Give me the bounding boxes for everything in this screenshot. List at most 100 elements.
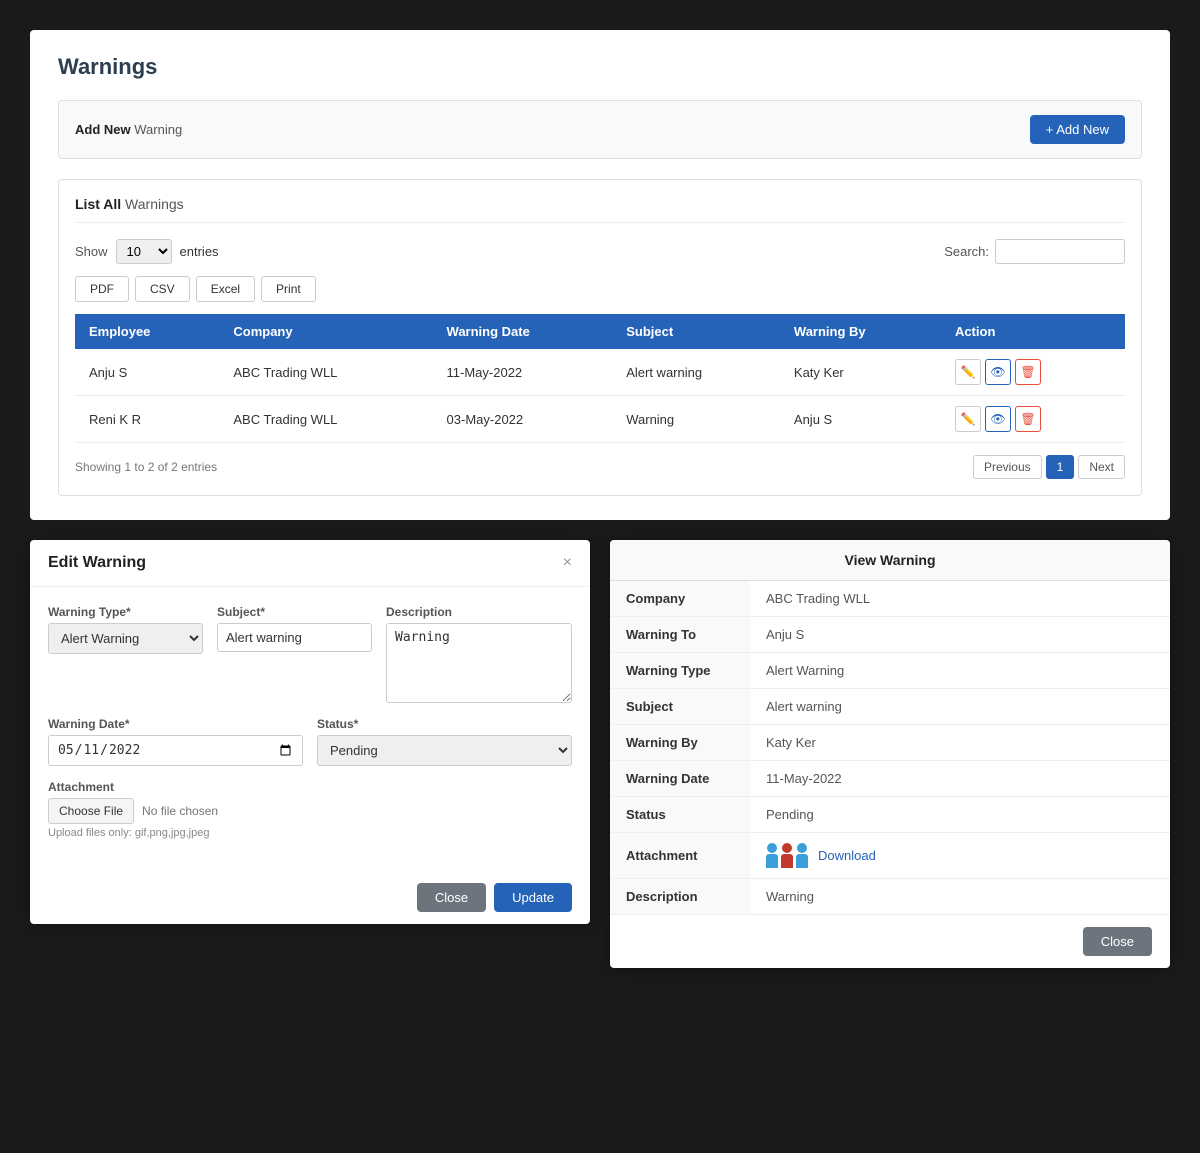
list-title: List All Warnings (75, 196, 1125, 223)
description-group: Description Warning (386, 605, 572, 703)
print-button[interactable]: Print (261, 276, 316, 302)
add-new-bar: Add New Warning + Add New (58, 100, 1142, 159)
next-page-button[interactable]: Next (1078, 455, 1125, 479)
warning-type-select[interactable]: Alert Warning Warning (48, 623, 203, 654)
subject-input[interactable] (217, 623, 372, 652)
warning-date-group: Warning Date* (48, 717, 303, 766)
view-table-row: Attachment (610, 833, 1170, 879)
view-value: Alert Warning (750, 653, 1170, 689)
view-footer: Close (610, 915, 1170, 968)
subject-group: Subject* (217, 605, 372, 703)
person-2 (781, 843, 793, 868)
view-value: Alert warning (750, 689, 1170, 725)
view-label: Warning To (610, 617, 750, 653)
col-action: Action (941, 314, 1125, 349)
modal-close-button[interactable]: × (563, 554, 572, 572)
upload-hint: Upload files only: gif,png,jpg,jpeg (48, 827, 572, 839)
show-entries: Show 10 25 50 100 entries (75, 239, 219, 264)
table-footer: Showing 1 to 2 of 2 entries Previous 1 N… (75, 455, 1125, 479)
modal-close-btn[interactable]: Close (417, 883, 486, 912)
export-buttons: PDF CSV Excel Print (75, 276, 1125, 302)
cell-warning-by: Katy Ker (780, 349, 941, 396)
warning-date-label: Warning Date* (48, 717, 303, 731)
delete-action-button[interactable]: 🗑 (1015, 406, 1041, 432)
view-table-row: Warning To Anju S (610, 617, 1170, 653)
add-new-button[interactable]: + Add New (1030, 115, 1125, 144)
page-title: Warnings (58, 54, 1142, 80)
download-link[interactable]: Download (818, 848, 876, 863)
view-value: Warning (750, 879, 1170, 915)
showing-entries: Showing 1 to 2 of 2 entries (75, 460, 217, 474)
view-label: Attachment (610, 833, 750, 879)
entries-select[interactable]: 10 25 50 100 (116, 239, 172, 264)
page-1-button[interactable]: 1 (1046, 455, 1075, 479)
view-label: Status (610, 797, 750, 833)
view-value-attachment: Download (750, 833, 1170, 879)
table-row: Reni K R ABC Trading WLL 03-May-2022 War… (75, 396, 1125, 443)
status-group: Status* Pending Active Resolved (317, 717, 572, 766)
col-employee: Employee (75, 314, 219, 349)
view-table-row: Warning Date 11-May-2022 (610, 761, 1170, 797)
form-row-2: Warning Date* Status* Pending Active Res… (48, 717, 572, 766)
col-company: Company (219, 314, 432, 349)
edit-action-button[interactable]: ✏️ (955, 359, 981, 385)
status-select[interactable]: Pending Active Resolved (317, 735, 572, 766)
view-value: 11-May-2022 (750, 761, 1170, 797)
view-value: Anju S (750, 617, 1170, 653)
form-row-1: Warning Type* Alert Warning Warning Subj… (48, 605, 572, 703)
warning-date-input[interactable] (48, 735, 303, 766)
view-label: Warning By (610, 725, 750, 761)
excel-button[interactable]: Excel (196, 276, 255, 302)
col-warning-date: Warning Date (433, 314, 613, 349)
bottom-row: Edit Warning × Warning Type* Alert Warni… (30, 540, 1170, 968)
file-name-label: No file chosen (142, 804, 218, 818)
modal-footer: Close Update (30, 871, 590, 924)
people-icon (766, 843, 808, 868)
csv-button[interactable]: CSV (135, 276, 190, 302)
cell-employee: Reni K R (75, 396, 219, 443)
view-value: Katy Ker (750, 725, 1170, 761)
view-table-row: Status Pending (610, 797, 1170, 833)
modal-header: Edit Warning × (30, 540, 590, 587)
warning-type-group: Warning Type* Alert Warning Warning (48, 605, 203, 703)
view-warning-panel: View Warning Company ABC Trading WLL War… (610, 540, 1170, 968)
cell-subject: Warning (612, 396, 780, 443)
view-table-row: Warning Type Alert Warning (610, 653, 1170, 689)
view-table: Company ABC Trading WLL Warning To Anju … (610, 581, 1170, 915)
add-new-label: Add New Warning (75, 122, 182, 137)
choose-file-button[interactable]: Choose File (48, 798, 134, 824)
cell-subject: Alert warning (612, 349, 780, 396)
prev-page-button[interactable]: Previous (973, 455, 1042, 479)
cell-action: ✏️ 👁 🗑 (941, 396, 1125, 443)
cell-company: ABC Trading WLL (219, 349, 432, 396)
view-table-row: Description Warning (610, 879, 1170, 915)
search-label: Search: (944, 244, 989, 259)
main-warnings-panel: Warnings Add New Warning + Add New List … (30, 30, 1170, 520)
view-close-button[interactable]: Close (1083, 927, 1152, 956)
cell-company: ABC Trading WLL (219, 396, 432, 443)
file-input-row: Choose File No file chosen (48, 798, 572, 824)
view-action-button[interactable]: 👁 (985, 359, 1011, 385)
table-controls: Show 10 25 50 100 entries Search: (75, 239, 1125, 264)
cell-employee: Anju S (75, 349, 219, 396)
edit-action-button[interactable]: ✏️ (955, 406, 981, 432)
view-value: ABC Trading WLL (750, 581, 1170, 617)
view-label: Description (610, 879, 750, 915)
modal-update-btn[interactable]: Update (494, 883, 572, 912)
cell-warning-by: Anju S (780, 396, 941, 443)
cell-warning-date: 11-May-2022 (433, 349, 613, 396)
search-input[interactable] (995, 239, 1125, 264)
view-label: Warning Type (610, 653, 750, 689)
view-value: Pending (750, 797, 1170, 833)
person-3 (796, 843, 808, 868)
search-bar: Search: (944, 239, 1125, 264)
delete-action-button[interactable]: 🗑 (1015, 359, 1041, 385)
col-warning-by: Warning By (780, 314, 941, 349)
pdf-button[interactable]: PDF (75, 276, 129, 302)
attachment-label: Attachment (48, 780, 572, 794)
modal-body: Warning Type* Alert Warning Warning Subj… (30, 587, 590, 871)
description-label: Description (386, 605, 572, 619)
view-action-button[interactable]: 👁 (985, 406, 1011, 432)
cell-warning-date: 03-May-2022 (433, 396, 613, 443)
description-textarea[interactable]: Warning (386, 623, 572, 703)
